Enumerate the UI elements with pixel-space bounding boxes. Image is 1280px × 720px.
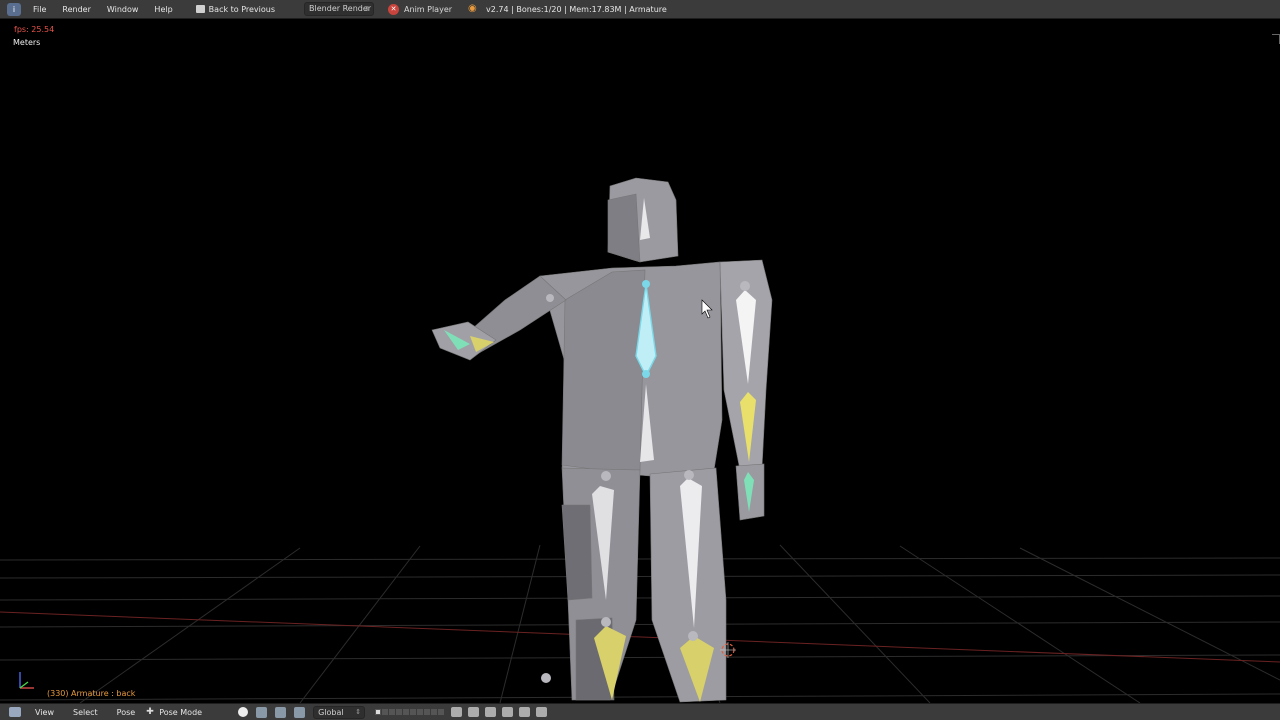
layer-2[interactable] <box>382 709 389 715</box>
layer-3[interactable] <box>389 709 396 715</box>
menu-window[interactable]: Window <box>107 5 139 14</box>
back-to-previous-label: Back to Previous <box>208 4 276 14</box>
render-opengl-icon[interactable] <box>502 707 514 717</box>
layer-10[interactable] <box>438 709 445 715</box>
layer-buttons[interactable] <box>375 709 445 715</box>
layer-9[interactable] <box>431 709 438 715</box>
info-header: i File Render Window Help Back to Previo… <box>0 0 1280 19</box>
snap-icon[interactable] <box>536 707 548 717</box>
floor-grid <box>0 544 1280 703</box>
transform-orientation-select[interactable]: Global <box>313 705 366 719</box>
menu-pose[interactable]: Pose <box>117 708 136 717</box>
interaction-mode-select[interactable]: ✚ Pose Mode <box>146 707 202 717</box>
3d-view-menu: View Select Pose <box>35 708 154 717</box>
scene-selector[interactable]: ✕ Anim Player <box>388 2 452 16</box>
layer-1[interactable] <box>375 709 382 715</box>
axis-gizmo <box>19 672 34 689</box>
lock-layer-icon[interactable] <box>451 707 463 717</box>
pose-mode-icon: ✚ <box>146 707 154 717</box>
manipulator-icon[interactable] <box>275 706 287 718</box>
fps-readout: fps: 25.54 <box>14 25 55 34</box>
close-scene-icon[interactable]: ✕ <box>388 3 400 15</box>
render-engine-select[interactable]: Blender Render <box>304 2 375 16</box>
active-object-info: (330) Armature : back <box>47 689 136 698</box>
main-menu: File Render Window Help <box>33 5 189 14</box>
3d-viewport[interactable] <box>0 19 1280 703</box>
layer-5[interactable] <box>403 709 410 715</box>
editor-type-info-icon[interactable]: i <box>7 2 21 16</box>
viewport-shading-icon[interactable] <box>238 707 249 717</box>
back-to-previous-button[interactable]: Back to Previous <box>191 2 280 17</box>
grid-units-label: Meters <box>13 38 41 47</box>
pivot-point-icon[interactable] <box>256 706 268 718</box>
scene-name[interactable]: Anim Player <box>404 5 452 14</box>
layer-6[interactable] <box>410 709 417 715</box>
menu-file[interactable]: File <box>33 5 46 14</box>
menu-help[interactable]: Help <box>154 5 172 14</box>
interaction-mode-label: Pose Mode <box>159 707 203 717</box>
layer-7[interactable] <box>417 709 424 715</box>
menu-view[interactable]: View <box>35 708 54 717</box>
3d-view-header: View Select Pose ✚ Pose Mode Global <box>0 703 1280 720</box>
menu-select[interactable]: Select <box>73 708 98 717</box>
blender-logo-icon: ◉ <box>468 3 477 14</box>
translate-manipulator-icon[interactable] <box>294 706 306 718</box>
menu-render[interactable]: Render <box>62 5 90 14</box>
x-axis-line <box>0 611 1280 663</box>
layer-8[interactable] <box>424 709 431 715</box>
screen-back-icon <box>195 5 205 13</box>
layer-4[interactable] <box>396 709 403 715</box>
render-animation-icon[interactable] <box>519 707 531 717</box>
pose-paste-icon[interactable] <box>485 707 497 717</box>
status-stats: v2.74 | Bones:1/20 | Mem:17.83M | Armatu… <box>486 4 667 14</box>
editor-type-3d-view-icon[interactable] <box>9 707 21 717</box>
pose-copy-icon[interactable] <box>468 707 480 717</box>
